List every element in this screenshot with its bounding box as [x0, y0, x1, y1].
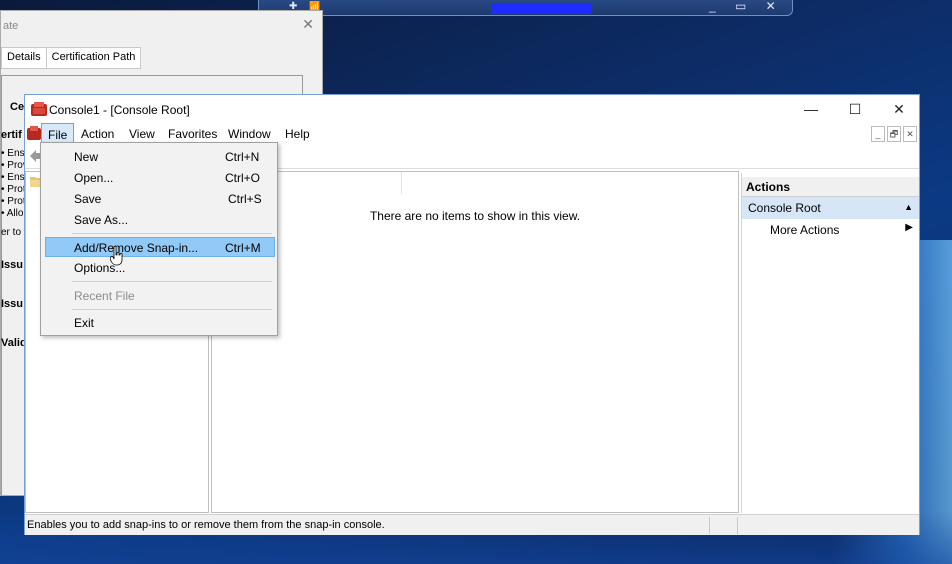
hand-cursor-icon [110, 246, 123, 266]
close-icon[interactable]: ✕ [302, 16, 314, 33]
menu-item-label: Add/Remove Snap-in... [74, 241, 199, 255]
bullet-line: • Prot [1, 196, 26, 207]
menu-item-label: Save As... [74, 213, 129, 227]
results-pane[interactable]: There are no items to show in this view. [211, 171, 739, 513]
file-menu-dropdown: New Ctrl+N Open... Ctrl+O Save Ctrl+S Sa… [40, 142, 278, 336]
bullet-line: • Allo [1, 208, 24, 219]
menu-item-label: Save [74, 192, 102, 206]
menu-help[interactable]: Help [279, 123, 316, 145]
menu-item-label: Open... [74, 171, 114, 185]
menu-item-recent-file: Recent File [45, 286, 275, 306]
status-divider [709, 517, 710, 534]
refer-text: er to [1, 227, 22, 238]
issued-to-label: Issu [1, 259, 24, 271]
console-app-icon [31, 102, 47, 116]
window-title: Console1 - [Console Root] [49, 103, 190, 117]
menu-item-options[interactable]: Options... [45, 258, 275, 278]
status-message: Enables you to add snap-ins to or remove… [27, 519, 385, 531]
actions-header: Actions [742, 177, 919, 197]
certificate-heading: Ce [10, 101, 25, 113]
bullet-line: • Ens [1, 172, 25, 183]
actions-console-root[interactable]: Console Root ▲ [742, 197, 919, 219]
minimize-button[interactable]: — [789, 98, 833, 120]
certificate-dialog-title: ate [3, 20, 19, 32]
title-bar[interactable]: Console1 - [Console Root] — ☐ ✕ [25, 95, 919, 123]
mdi-minimize-button[interactable]: _ [871, 126, 885, 142]
empty-view-message: There are no items to show in this view. [369, 209, 581, 223]
valid-label: Valid [1, 337, 27, 349]
console-menu-icon[interactable] [27, 126, 41, 140]
tab-details[interactable]: Details [1, 47, 47, 69]
issued-by-label: Issu [1, 298, 24, 310]
menu-separator [72, 309, 272, 310]
status-bar: Enables you to add snap-ins to or remove… [25, 514, 919, 535]
close-button[interactable]: ✕ [877, 98, 921, 120]
chevron-right-icon[interactable]: ▶ [905, 222, 913, 233]
certificate-purpose-heading: ertif [1, 129, 22, 141]
menu-item-label: Recent File [74, 289, 135, 303]
bullet-line: • Prot [1, 184, 26, 195]
actions-console-root-label: Console Root [748, 201, 821, 215]
more-actions-link[interactable]: More Actions [770, 223, 839, 237]
menu-item-open[interactable]: Open... Ctrl+O [45, 168, 275, 188]
redacted-host-name [491, 3, 591, 14]
menu-separator [72, 281, 272, 282]
menu-item-shortcut: Ctrl+S [228, 192, 262, 206]
menu-item-save-as[interactable]: Save As... [45, 210, 275, 230]
menu-item-shortcut: Ctrl+O [225, 171, 261, 185]
remote-desktop-bar[interactable]: ✚ 📶 _ ▭ ✕ [258, 0, 793, 16]
remote-bar-window-controls[interactable]: _ ▭ ✕ [709, 0, 784, 13]
collapse-icon[interactable]: ▲ [904, 202, 913, 212]
actions-pane: Actions Console Root ▲ More Actions ▶ [741, 173, 919, 513]
menu-item-exit[interactable]: Exit [45, 313, 275, 333]
menu-item-label: New [74, 150, 99, 164]
tab-certification-path[interactable]: Certification Path [45, 47, 142, 69]
menu-item-shortcut: Ctrl+M [225, 241, 261, 255]
menu-item-add-remove-snap-in[interactable]: Add/Remove Snap-in... Ctrl+M [45, 237, 275, 257]
mdi-restore-button[interactable]: 🗗 [887, 126, 901, 142]
menu-item-label: Exit [74, 316, 95, 330]
mdi-controls: _ 🗗 ✕ [871, 126, 917, 142]
certificate-tabs: Details Certification Path [1, 47, 142, 69]
menu-item-shortcut: Ctrl+N [225, 150, 260, 164]
menu-separator [72, 233, 272, 234]
menu-item-new[interactable]: New Ctrl+N [45, 147, 275, 167]
column-divider[interactable] [401, 172, 402, 194]
bullet-line: • Ens [1, 148, 25, 159]
status-divider [737, 517, 738, 534]
maximize-button[interactable]: ☐ [833, 98, 877, 120]
mdi-close-button[interactable]: ✕ [903, 126, 917, 142]
menu-item-save[interactable]: Save Ctrl+S [45, 189, 275, 209]
